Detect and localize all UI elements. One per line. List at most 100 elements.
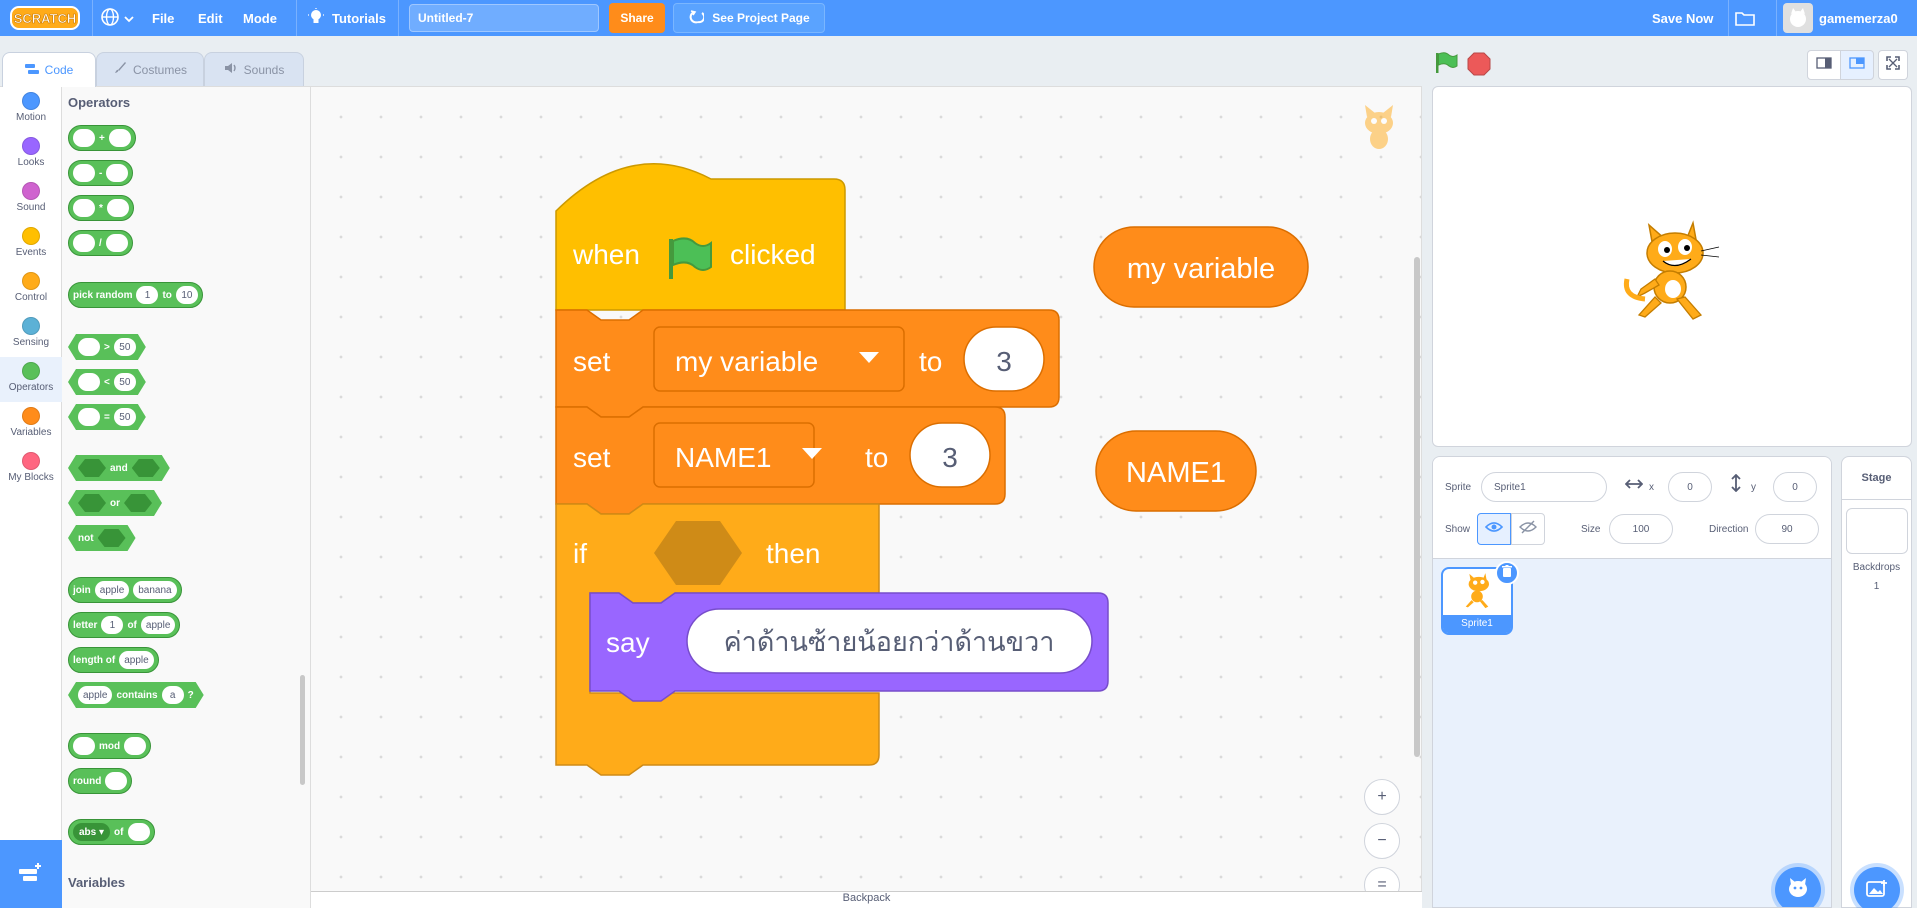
size-input[interactable]: 100 — [1609, 514, 1673, 544]
tab-sounds[interactable]: Sounds — [204, 52, 304, 86]
category-motion[interactable]: Motion — [0, 87, 62, 132]
say-text-value: ค่าด้านซ้ายน้อยกว่าด้านขวา — [724, 627, 1055, 658]
block-input[interactable]: 1 — [136, 286, 159, 304]
block-contains[interactable]: apple contains a ? — [68, 682, 204, 708]
category-sound[interactable]: Sound — [0, 177, 62, 222]
block-input[interactable]: 50 — [114, 338, 136, 356]
block-input[interactable]: 50 — [114, 373, 136, 391]
block-input[interactable]: 50 — [114, 408, 136, 426]
set-variable-block[interactable]: set NAME1 to 3 — [555, 406, 1006, 515]
eye-hidden-icon — [1519, 520, 1537, 539]
stage-canvas[interactable] — [1432, 86, 1912, 447]
stop-button[interactable] — [1466, 51, 1494, 77]
say-block[interactable]: say ค่าด้านซ้ายน้อยกว่าด้านขวา — [589, 592, 1109, 702]
account-menu[interactable]: gamemerza0 — [1783, 0, 1898, 36]
block-join[interactable]: join apple banana — [68, 577, 182, 603]
variable-reporter-block[interactable]: my variable — [1093, 226, 1309, 308]
small-stage-button[interactable] — [1807, 50, 1841, 80]
project-title-input[interactable] — [409, 4, 599, 32]
block-or[interactable]: or — [68, 490, 162, 516]
add-extension-button[interactable] — [0, 840, 62, 908]
hat-clicked-label: clicked — [730, 239, 816, 270]
hide-sprite-button[interactable] — [1511, 513, 1545, 545]
language-menu[interactable] — [100, 0, 134, 36]
block-abs-of[interactable]: abs ▾ of — [68, 819, 155, 845]
code-icon — [24, 63, 39, 77]
menu-mode[interactable]: Mode — [243, 0, 277, 36]
choose-sprite-button[interactable] — [1775, 867, 1821, 907]
block-and[interactable]: and — [68, 455, 170, 481]
block-letter-of[interactable]: letter 1 of apple — [68, 612, 181, 638]
zoom-out-button[interactable]: − — [1364, 823, 1400, 859]
script-area-scrollbar[interactable] — [1414, 257, 1420, 757]
category-my-blocks[interactable]: My Blocks — [0, 447, 62, 492]
category-control[interactable]: Control — [0, 267, 62, 312]
tab-sounds-label: Sounds — [243, 62, 285, 77]
category-operators[interactable]: Operators — [0, 357, 62, 402]
abs-dropdown[interactable]: abs ▾ — [73, 823, 111, 841]
backpack[interactable]: Backpack — [311, 891, 1422, 908]
op-symbol: + — [99, 132, 105, 144]
block-length-of[interactable]: length of apple — [68, 647, 159, 673]
block-round[interactable]: round — [68, 768, 133, 794]
share-button[interactable]: Share — [609, 3, 665, 33]
tab-code-label: Code — [44, 63, 74, 77]
block-input[interactable]: 1 — [101, 616, 124, 634]
x-arrows-icon — [1624, 477, 1644, 494]
show-sprite-button[interactable] — [1477, 513, 1511, 545]
scratch-logo[interactable]: SCRATCH — [10, 5, 80, 31]
tab-costumes[interactable]: Costumes — [96, 52, 204, 86]
direction-input[interactable]: 90 — [1755, 514, 1819, 544]
see-project-page-button[interactable]: See Project Page — [673, 3, 825, 33]
block-not[interactable]: not — [68, 525, 136, 551]
tutorials-button[interactable]: Tutorials — [308, 0, 386, 36]
palette-scrollbar[interactable] — [300, 675, 305, 785]
block-label: pick random — [73, 289, 133, 301]
block-less-than[interactable]: <50 — [68, 369, 146, 395]
zoom-in-button[interactable]: + — [1364, 779, 1400, 815]
block-subtract[interactable]: - — [68, 160, 134, 186]
category-label: Sensing — [12, 337, 50, 348]
sprite-name-input[interactable] — [1481, 472, 1607, 502]
avatar — [1783, 3, 1813, 33]
y-input[interactable]: 0 — [1773, 472, 1817, 502]
my-stuff-folder-icon[interactable] — [1735, 0, 1755, 36]
variable-reporter-block[interactable]: NAME1 — [1095, 430, 1257, 512]
tab-code[interactable]: Code — [2, 52, 96, 87]
save-now-button[interactable]: Save Now — [1652, 0, 1713, 36]
when-flag-clicked-block[interactable]: when clicked — [555, 163, 846, 311]
sprite-cat[interactable] — [1615, 217, 1725, 327]
block-input[interactable]: apple — [119, 651, 154, 669]
block-input[interactable]: banana — [133, 581, 177, 599]
category-variables[interactable]: Variables — [0, 402, 62, 447]
fullscreen-button[interactable] — [1878, 50, 1908, 80]
menu-file[interactable]: File — [152, 0, 174, 36]
category-sensing[interactable]: Sensing — [0, 312, 62, 357]
block-add[interactable]: + — [68, 125, 136, 151]
category-events[interactable]: Events — [0, 222, 62, 267]
x-input[interactable]: 0 — [1668, 472, 1712, 502]
set-variable-block[interactable]: set my variable to 3 — [555, 309, 1060, 418]
choose-backdrop-button[interactable] — [1854, 867, 1900, 908]
sprite-tile[interactable]: Sprite1 — [1441, 561, 1519, 635]
block-divide[interactable]: / — [68, 230, 133, 256]
normal-stage-button[interactable] — [1840, 50, 1874, 80]
block-multiply[interactable]: * — [68, 195, 134, 221]
category-looks[interactable]: Looks — [0, 132, 62, 177]
delete-sprite-button[interactable] — [1495, 561, 1519, 585]
block-input[interactable]: apple — [94, 581, 130, 599]
stage-target-pane[interactable]: Stage Backdrops 1 — [1841, 456, 1912, 908]
block-equals[interactable]: = 50 — [68, 404, 146, 430]
block-mod[interactable]: mod — [68, 733, 152, 759]
script-area[interactable]: when clicked set my variable to 3 set NA… — [311, 86, 1422, 891]
block-pick-random[interactable]: pick random 1 to 10 — [68, 282, 203, 308]
menu-edit[interactable]: Edit — [198, 0, 223, 36]
green-flag-button[interactable] — [1433, 51, 1461, 77]
block-input[interactable]: a — [162, 686, 184, 704]
block-input[interactable]: 10 — [175, 286, 198, 304]
block-greater-than[interactable]: >50 — [68, 334, 146, 360]
block-input[interactable]: apple — [140, 616, 176, 634]
block-label: or — [110, 497, 120, 509]
block-input[interactable]: apple — [78, 686, 112, 704]
stage-thumbnail[interactable] — [1845, 508, 1908, 554]
